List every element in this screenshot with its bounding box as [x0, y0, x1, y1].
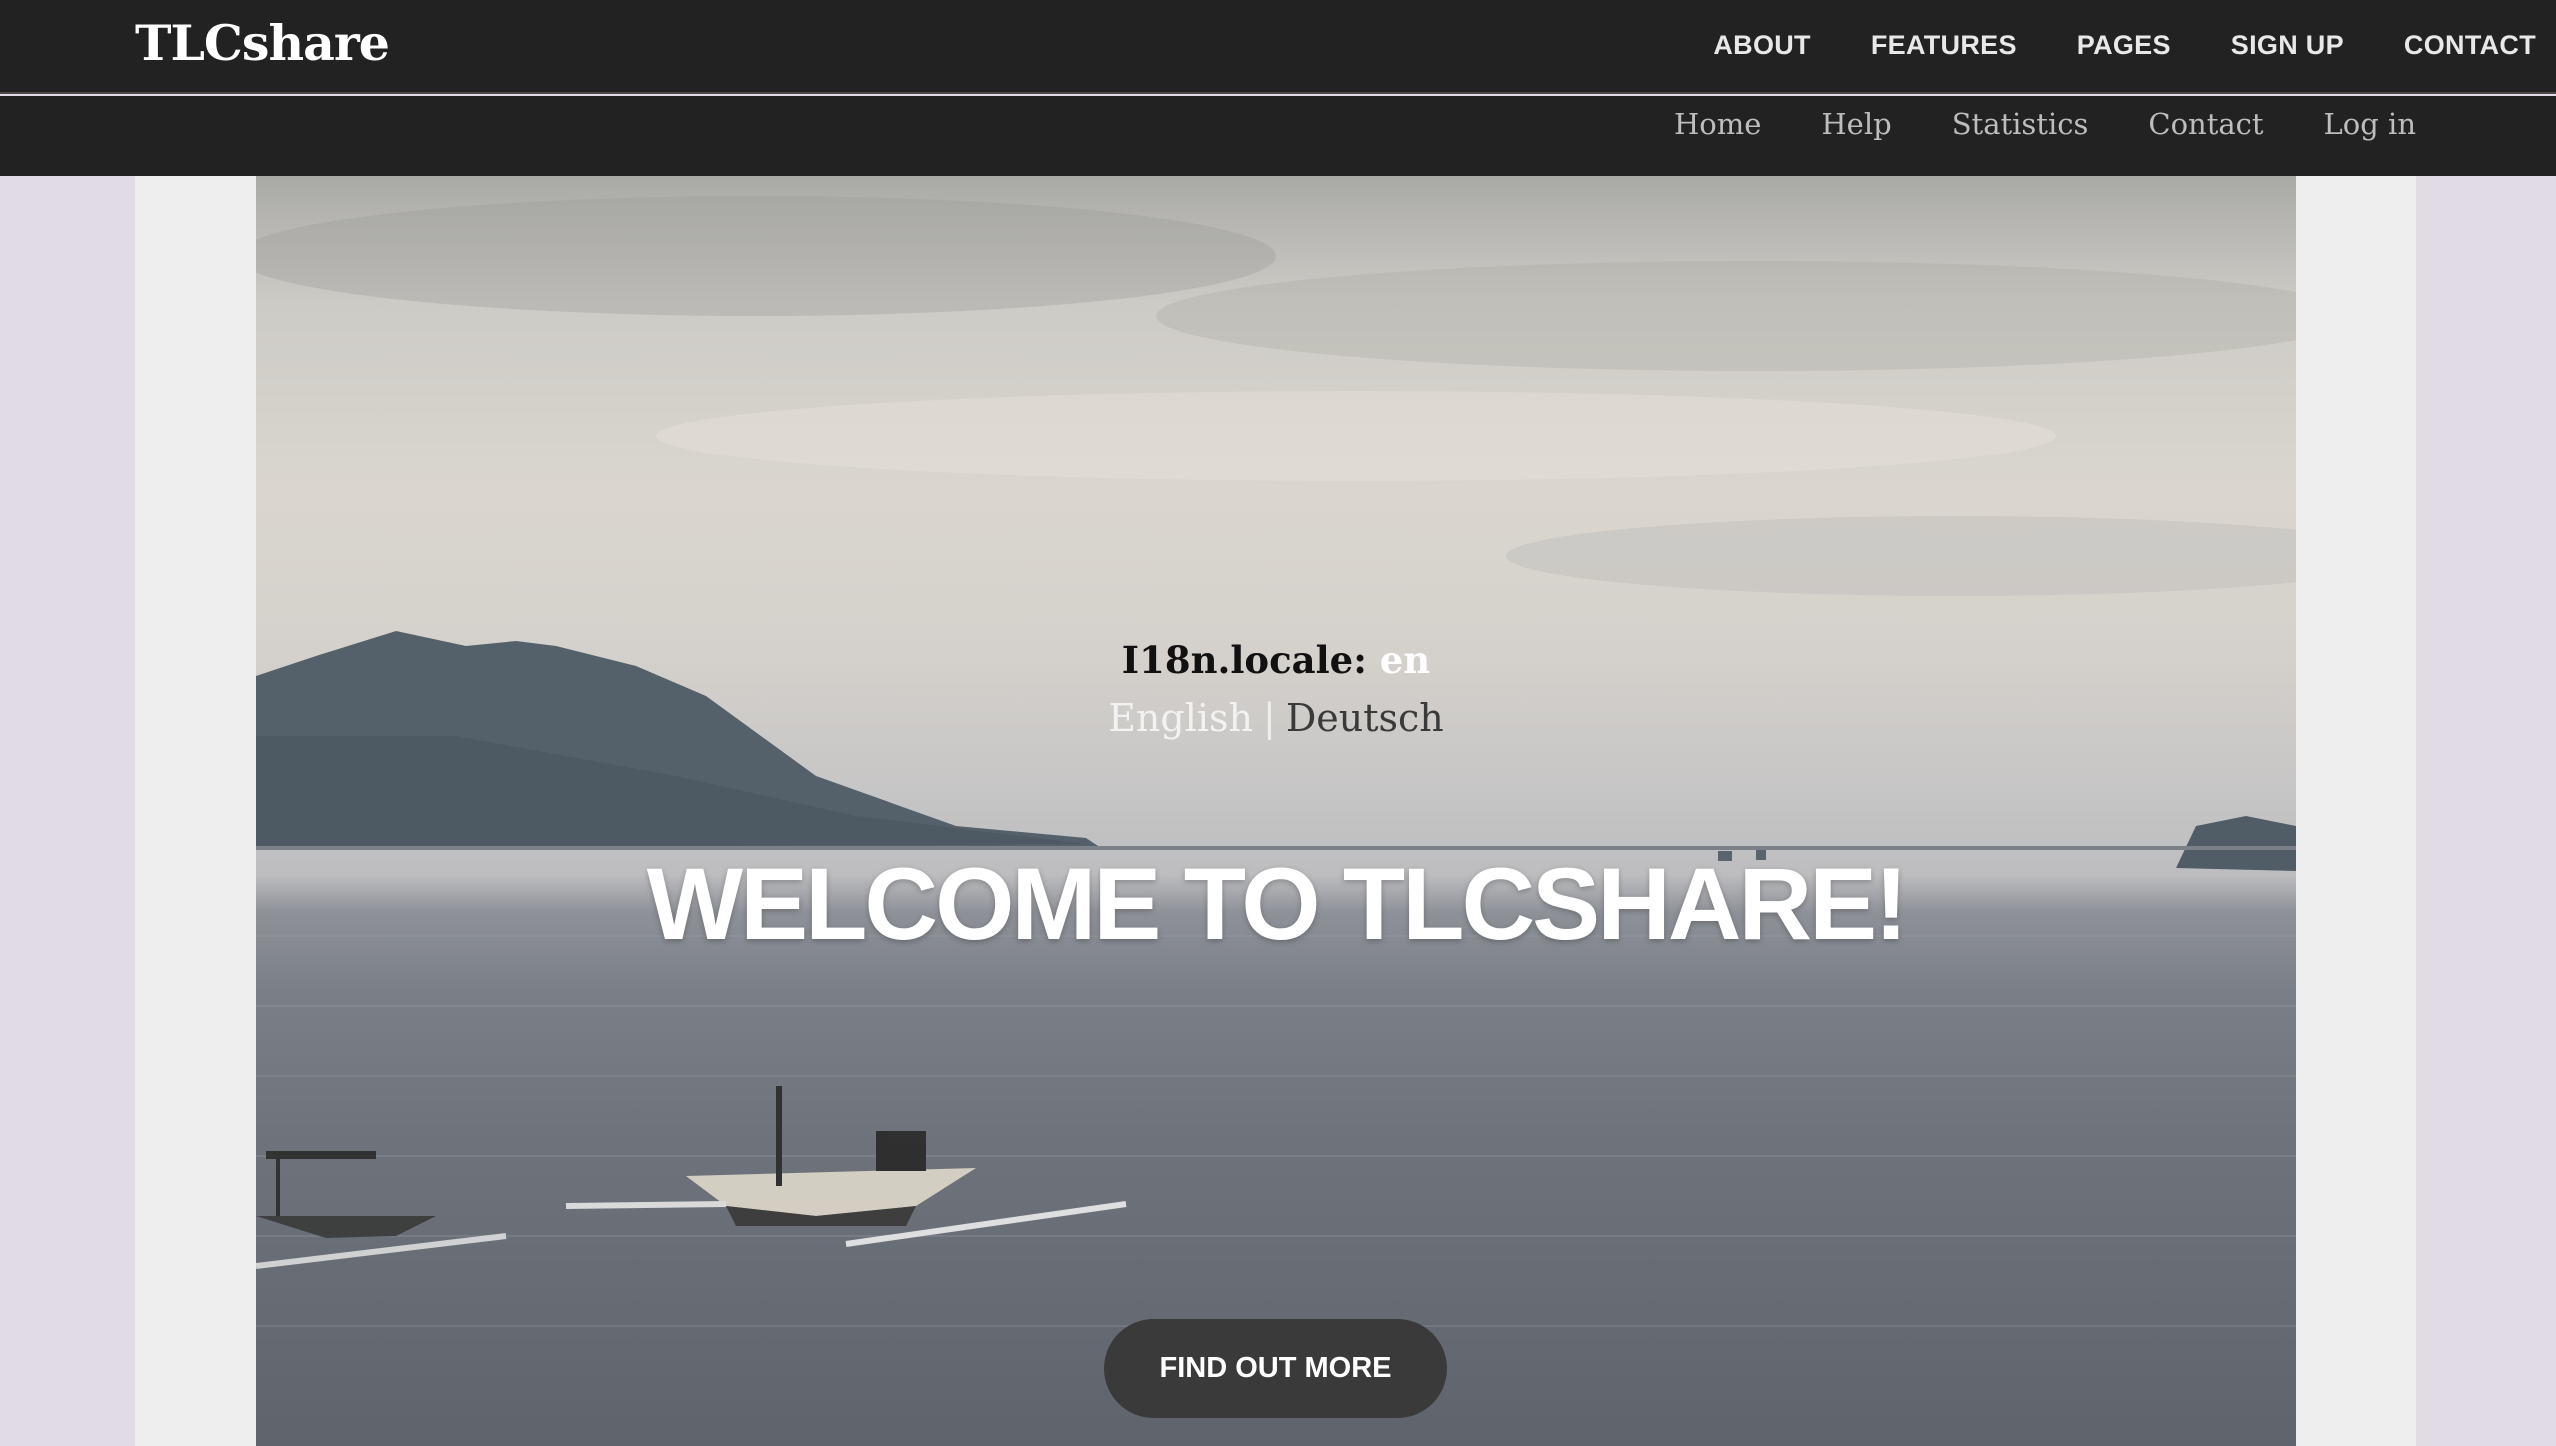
sub-nav: Home Help Statistics Contact Log in [1614, 96, 2416, 152]
top-nav: ABOUT FEATURES PAGES SIGN UP CONTACT [1653, 0, 2536, 90]
hero-section: I18n.locale: en English | Deutsch WELCOME … [256, 176, 2296, 1446]
language-english-link[interactable]: English [1108, 696, 1253, 740]
sub-nav-statistics[interactable]: Statistics [1952, 107, 2089, 141]
language-switcher: English | Deutsch [256, 696, 2296, 740]
locale-label: I18n.locale: [1121, 638, 1367, 682]
sub-nav-log-in[interactable]: Log in [2324, 107, 2416, 141]
brand-logo[interactable]: TLCshare [135, 10, 390, 76]
nav-pages[interactable]: PAGES [2077, 30, 2171, 61]
sub-nav-home[interactable]: Home [1674, 107, 1761, 141]
nav-contact[interactable]: CONTACT [2404, 30, 2536, 61]
sub-nav-help[interactable]: Help [1821, 107, 1891, 141]
top-navbar: TLCshare ABOUT FEATURES PAGES SIGN UP CO… [0, 0, 2556, 94]
nav-sign-up[interactable]: SIGN UP [2231, 30, 2344, 61]
hero-content: I18n.locale: en English | Deutsch WELCOME … [256, 176, 2296, 1446]
language-deutsch-link[interactable]: Deutsch [1286, 696, 1444, 740]
locale-value: en [1379, 638, 1431, 682]
hero-title: WELCOME TO TLCSHARE! [646, 847, 1908, 961]
sub-nav-contact[interactable]: Contact [2148, 107, 2263, 141]
locale-indicator: I18n.locale: en [256, 638, 2296, 682]
language-separator: | [1263, 696, 1276, 740]
find-out-more-button[interactable]: FIND OUT MORE [1104, 1319, 1447, 1418]
nav-about[interactable]: ABOUT [1713, 30, 1811, 61]
nav-features[interactable]: FEATURES [1871, 30, 2017, 61]
secondary-navbar: Home Help Statistics Contact Log in [0, 96, 2556, 176]
